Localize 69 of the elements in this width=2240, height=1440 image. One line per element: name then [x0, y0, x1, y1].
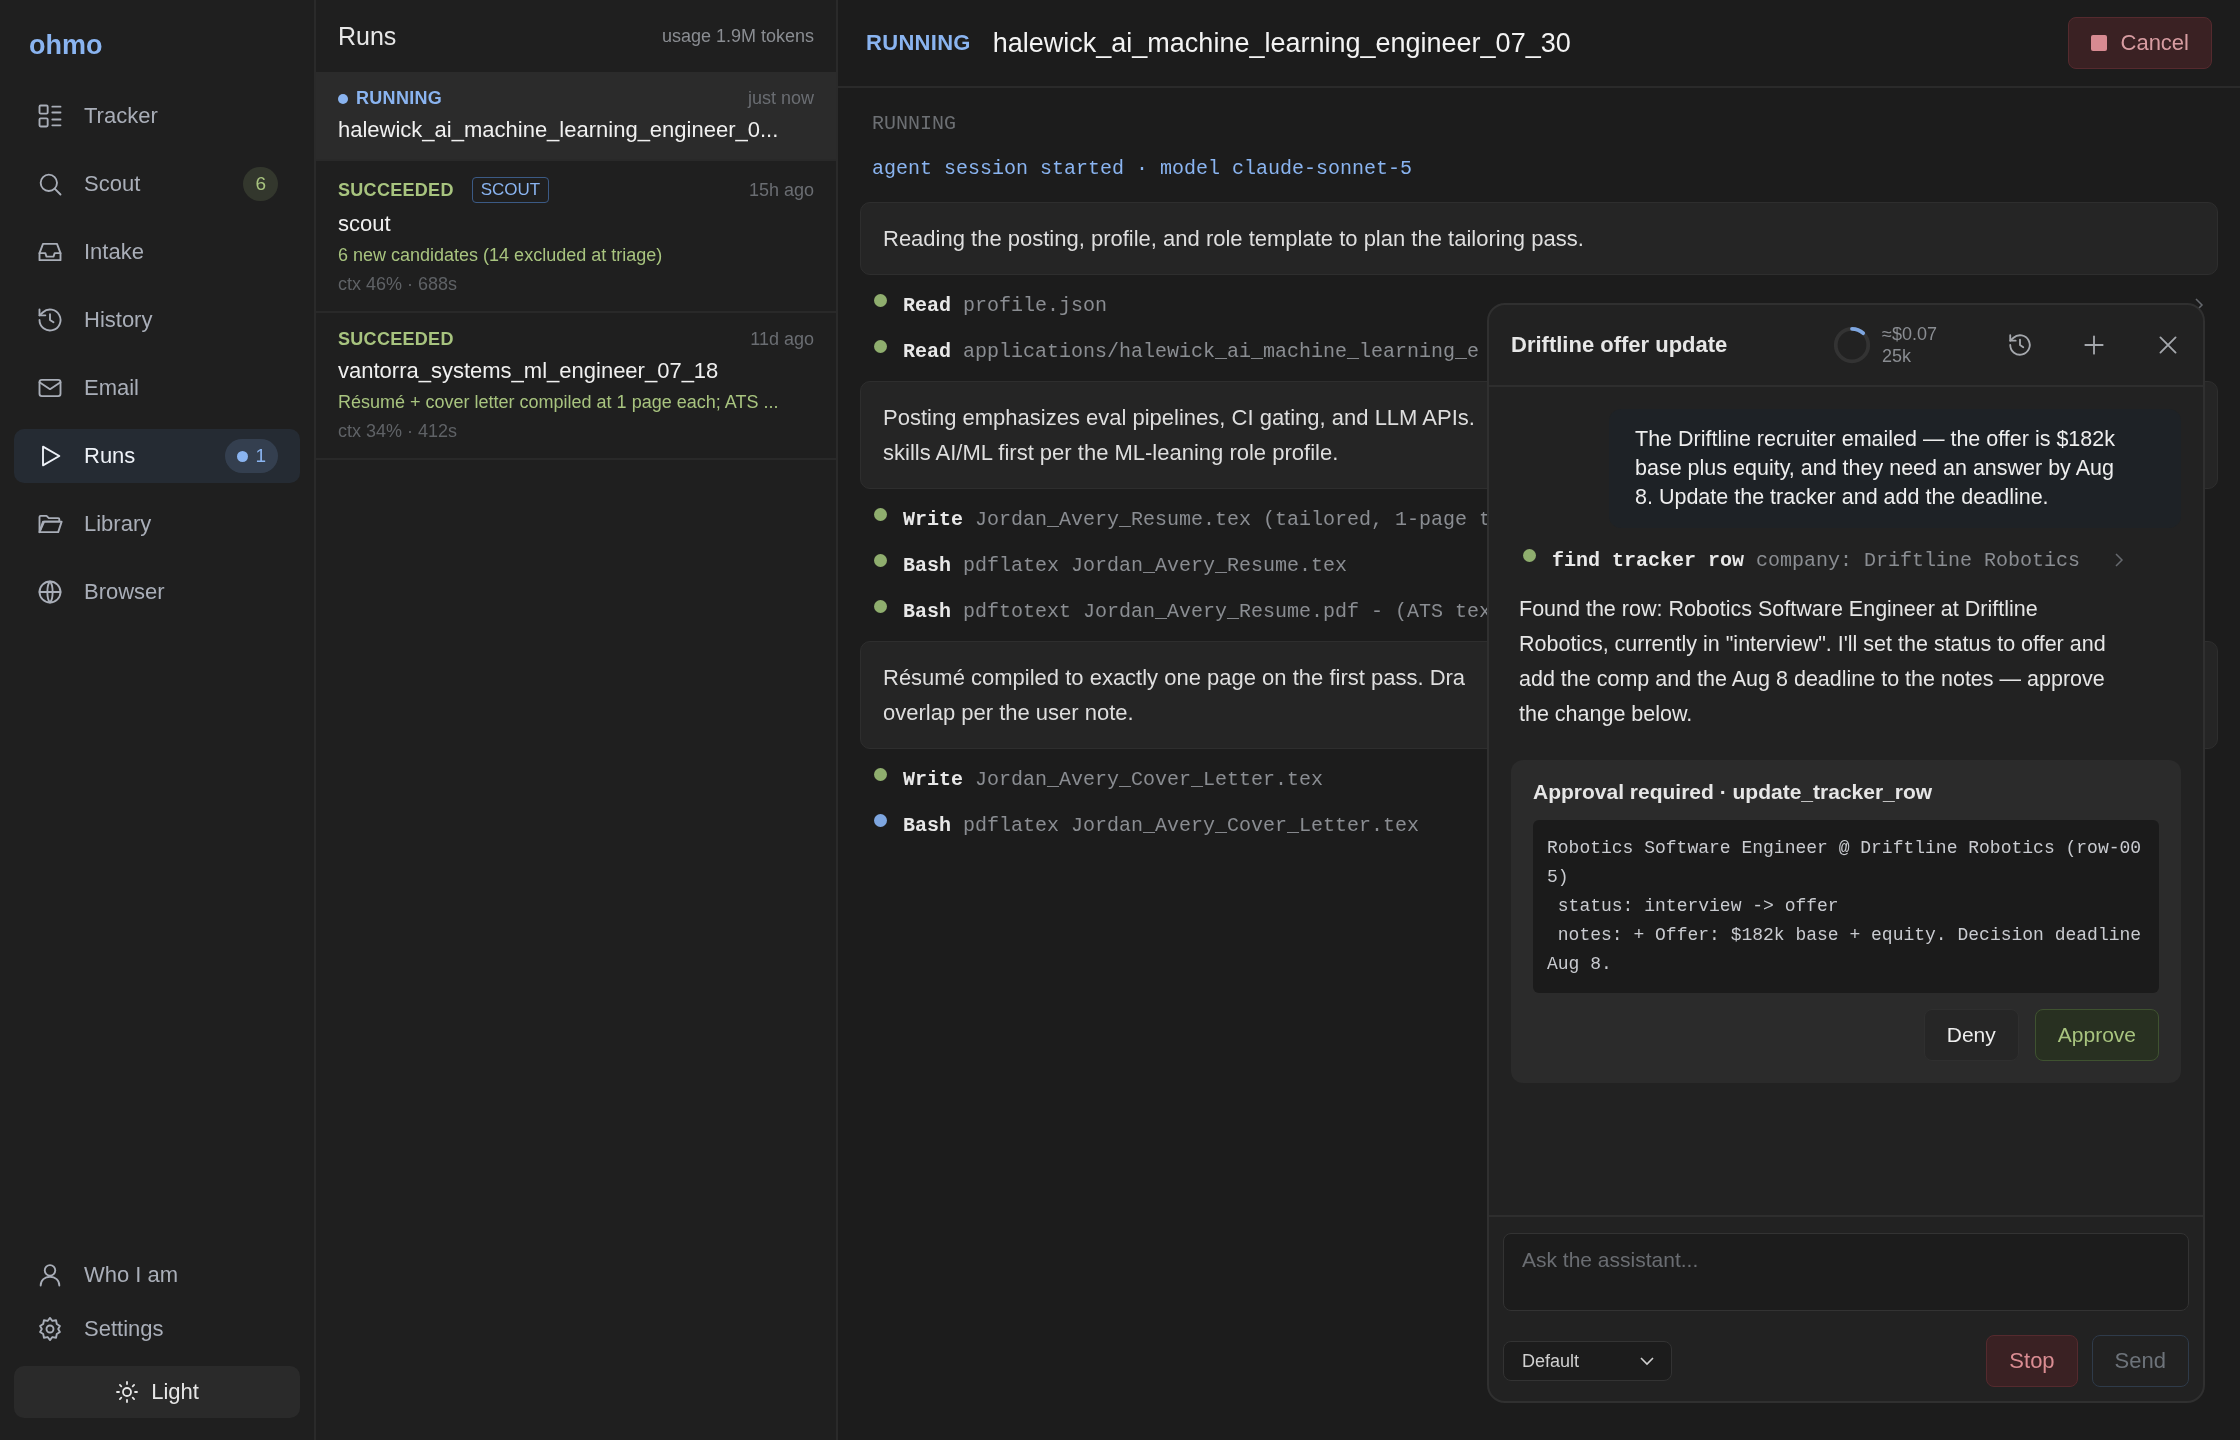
- token-count: 25k: [1882, 345, 1913, 367]
- nav-item[interactable]: Tracker: [14, 89, 300, 143]
- theme-toggle-button[interactable]: Light: [14, 1366, 300, 1418]
- tool-call[interactable]: Read applications/halewick_ai_machine_learning_e: [903, 339, 1480, 363]
- nav-item[interactable]: Runs 1: [14, 429, 300, 483]
- run-summary: Résumé + cover letter compiled at 1 page each; ATS ...: [338, 392, 780, 413]
- run-item[interactable]: RUNNING just now halewick_ai_machine_learning_engineer_0...: [316, 72, 836, 161]
- nav-item[interactable]: Who I am: [14, 1248, 300, 1302]
- message-text: Reading the posting, profile, and role template to plan the tailoring pass.: [883, 225, 1584, 253]
- run-meta: ctx 46% · 688s: [338, 274, 459, 295]
- tool-call[interactable]: Write Jordan_Avery_Cover_Letter.tex: [903, 767, 1324, 791]
- count-badge: 1: [225, 439, 278, 473]
- sun-icon: [115, 1380, 140, 1404]
- mode-select[interactable]: Default: [1503, 1341, 1673, 1381]
- assistant-message: Found the row: Robotics Software Engineer at Driftline Robotics, currently in "interview". I'll set the status to offer and add the comp and the Aug 8 deadline to the notes — approve the change below.: [1518, 596, 2107, 728]
- log-status: RUNNING: [871, 112, 957, 135]
- run-tag: SCOUT: [471, 177, 550, 203]
- history-icon[interactable]: [2007, 332, 2033, 358]
- run-title: halewick_ai_machine_learning_engineer_07_30: [992, 27, 1571, 59]
- run-summary: 6 new candidates (14 excluded at triage): [338, 245, 664, 266]
- tool-call[interactable]: Bash pdflatex Jordan_Avery_Cover_Letter.tex: [903, 813, 1420, 837]
- context-meter: [1832, 325, 1873, 365]
- message-text: Posting emphasizes eval pipelines, CI gating, and LLM APIs. skills AI/ML first per the ML-leaning role profile.: [883, 404, 1475, 467]
- run-name: halewick_ai_machine_learning_engineer_0...: [338, 117, 780, 143]
- panel-title: Runs: [338, 21, 397, 51]
- tool-call[interactable]: Bash pdflatex Jordan_Avery_Resume.tex: [903, 553, 1348, 577]
- run-name: vantorra_systems_ml_engineer_07_18: [338, 358, 720, 384]
- nav-item[interactable]: Browser: [14, 565, 300, 619]
- globe-icon: [36, 578, 64, 606]
- log-event: agent session started · model claude-sonnet-5: [871, 156, 1414, 182]
- run-item[interactable]: SUCCEEDED 11d ago vantorra_systems_ml_engineer_07_18 Résumé + cover letter compiled at 1 page each; ATS ... ctx 34% · 412s: [316, 313, 836, 460]
- user-message: The Driftline recruiter emailed — the offer is $182k base plus equity, and they need an answer by Aug 8. Update the tracker and add the deadline.: [1609, 409, 2181, 528]
- stop-button[interactable]: Stop: [1986, 1335, 2078, 1387]
- nav-item[interactable]: Settings: [14, 1302, 300, 1356]
- code-block: Robotics Software Engineer @ Driftline Robotics (row-005) status: interview -> offer notes: + Offer: $182k base + equity. Decision deadline Aug 8.: [1533, 820, 2159, 993]
- stop-square-icon: [2090, 35, 2107, 51]
- grid-list-icon: [36, 102, 64, 130]
- run-status: RUNNING: [356, 88, 443, 109]
- run-time: 15h ago: [748, 179, 814, 201]
- chevron-icon[interactable]: [2114, 552, 2125, 568]
- count-badge: 6: [243, 167, 278, 201]
- usage-text: usage 1.9M tokens: [661, 25, 814, 47]
- caret-icon: [1639, 1356, 1656, 1366]
- run-item[interactable]: SUCCEEDED SCOUT 15h ago scout 6 new candidates (14 excluded at triage) ctx 46% · 688s: [316, 161, 836, 313]
- nav-item[interactable]: Library: [14, 497, 300, 551]
- message-input[interactable]: Ask the assistant...: [1503, 1233, 2189, 1311]
- deny-button[interactable]: Deny: [1923, 1009, 2019, 1061]
- run-status: RUNNING: [866, 30, 971, 56]
- nav-item[interactable]: History: [14, 293, 300, 347]
- run-status: SUCCEEDED: [338, 179, 454, 201]
- nav-item[interactable]: Intake: [14, 225, 300, 279]
- run-status: SUCCEEDED: [338, 329, 454, 350]
- nav-item[interactable]: Email: [14, 361, 300, 415]
- chat-title: Driftline offer update: [1511, 332, 1729, 358]
- nav-item[interactable]: Scout 6: [14, 157, 300, 211]
- app-logo: ohmo: [28, 29, 104, 62]
- run-name: scout: [338, 211, 392, 237]
- run-time: 11d ago: [750, 329, 814, 350]
- approve-button[interactable]: Approve: [2034, 1009, 2159, 1061]
- cancel-button[interactable]: Cancel: [2067, 17, 2212, 69]
- run-meta: ctx 34% · 412s: [338, 421, 459, 442]
- tool-call[interactable]: find tracker row company: Driftline Robotics: [1552, 548, 2081, 572]
- settings-icon: [36, 1315, 64, 1343]
- approval-title: Approval required · update_tracker_row: [1533, 780, 1934, 804]
- run-time: just now: [747, 88, 814, 109]
- cost-text: ≈$0.07: [1882, 323, 1937, 345]
- history-icon: [36, 306, 64, 334]
- tool-call[interactable]: Read profile.json: [903, 293, 1108, 317]
- message-text: Résumé compiled to exactly one page on the first pass. Dra overlap per the user note.: [883, 664, 1466, 727]
